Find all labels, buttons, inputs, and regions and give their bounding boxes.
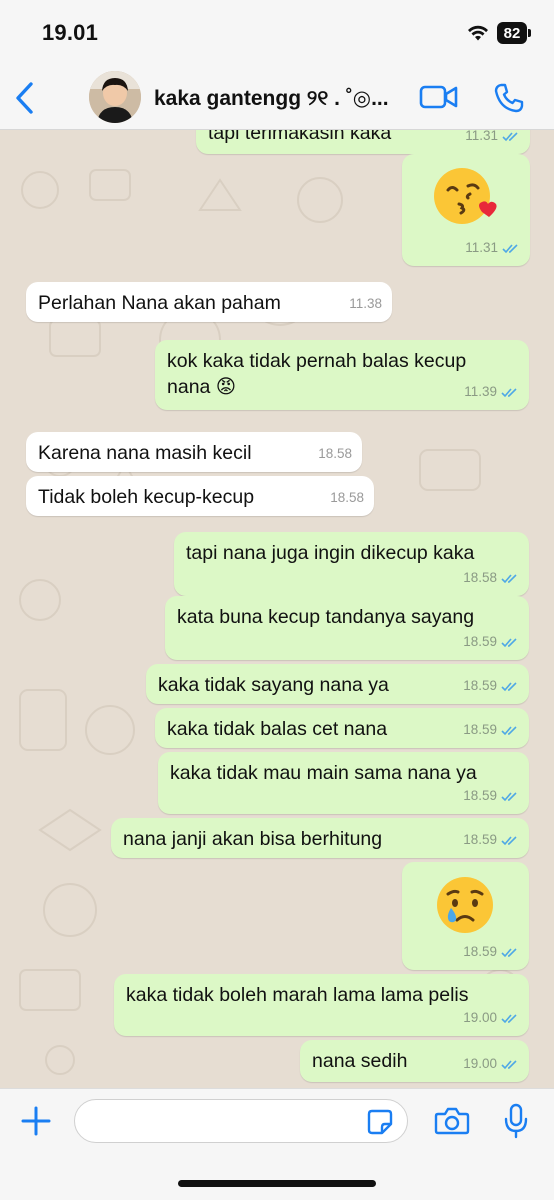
message-time: 11.31 [465, 240, 498, 255]
status-bar: 19.01 82 [0, 0, 554, 64]
read-receipt-icon [501, 637, 517, 647]
message-incoming[interactable]: Perlahan Nana akan paham 11.38 [26, 282, 392, 322]
camera-icon[interactable] [434, 1106, 470, 1136]
message-outgoing[interactable]: kata buna kecup tandanya sayang 18.59 [165, 596, 529, 660]
message-meta: 18.58 [330, 485, 364, 511]
message-meta: 18.59 [463, 783, 519, 809]
message-meta: 18.59 [463, 939, 519, 965]
read-receipt-icon [501, 725, 517, 735]
message-meta: 11.38 [349, 291, 382, 317]
crying-face-icon [437, 877, 493, 933]
message-time: 18.58 [330, 490, 364, 505]
battery-level: 82 [497, 22, 527, 44]
message-text: nana janji akan bisa berhitung [123, 828, 383, 850]
message-meta: 11.31 [465, 130, 520, 149]
message-outgoing[interactable]: tapi terimakasih kaka 11.31 [196, 130, 530, 154]
sticker-icon[interactable] [366, 1108, 394, 1136]
message-meta: 18.59 [463, 629, 519, 655]
message-outgoing[interactable]: nana sedih 19.00 [300, 1040, 529, 1082]
message-text: tapi nana juga ingin dikecup kaka [186, 542, 475, 564]
message-outgoing[interactable]: kaka tidak sayang nana ya 18.59 [146, 664, 529, 704]
video-call-icon[interactable] [419, 84, 459, 110]
message-text: kaka tidak balas cet nana [167, 718, 388, 740]
message-time: 11.38 [349, 296, 382, 311]
message-outgoing[interactable]: kaka tidak boleh marah lama lama pelis 1… [114, 974, 529, 1036]
message-time: 18.59 [463, 634, 497, 649]
read-receipt-icon [501, 947, 517, 957]
status-time: 19.01 [42, 20, 99, 45]
message-outgoing[interactable]: kok kaka tidak pernah balas kecup nana 😡… [155, 340, 529, 410]
message-meta: 18.59 [463, 827, 519, 853]
message-meta: 19.00 [463, 1005, 519, 1031]
contact-name[interactable]: kaka gantengg ୨୧ . ˚◎... [154, 86, 414, 111]
message-incoming[interactable]: Karena nana masih kecil 18.58 [26, 432, 362, 472]
read-receipt-icon [501, 1059, 517, 1069]
message-meta: 18.58 [318, 441, 352, 467]
message-time: 19.00 [463, 1056, 497, 1071]
message-outgoing[interactable]: nana janji akan bisa berhitung 18.59 [111, 818, 529, 858]
read-receipt-icon [501, 1013, 517, 1023]
message-time: 18.59 [463, 944, 497, 959]
message-text: kata buna kecup tandanya sayang [177, 606, 475, 628]
message-input[interactable] [74, 1099, 408, 1143]
message-text: Tidak boleh kecup-kecup [38, 486, 255, 508]
message-text: nana sedih [312, 1050, 408, 1072]
chat-area[interactable]: tapi terimakasih kaka 11.31 11.31 Perlah… [0, 130, 554, 1088]
message-time: 18.58 [463, 570, 497, 585]
wifi-icon [468, 25, 488, 41]
microphone-icon[interactable] [504, 1103, 528, 1139]
message-meta: 11.39 [464, 379, 519, 405]
message-text: kaka tidak sayang nana ya [158, 674, 389, 696]
message-time: 18.59 [463, 722, 497, 737]
read-receipt-icon [501, 681, 517, 691]
chevron-left-icon[interactable] [10, 78, 40, 118]
message-time: 18.59 [463, 788, 497, 803]
chat-header: kaka gantengg ୨୧ . ˚◎... [0, 64, 554, 130]
message-meta: 18.59 [463, 673, 519, 699]
battery-tip [528, 29, 531, 37]
message-outgoing[interactable]: 11.31 [402, 154, 530, 266]
home-indicator [178, 1180, 376, 1187]
message-meta: 18.58 [463, 565, 519, 591]
message-time: 18.59 [463, 678, 497, 693]
message-text: kaka tidak boleh marah lama lama pelis [126, 984, 469, 1006]
message-text: Karena nana masih kecil [38, 442, 252, 464]
message-text: Perlahan Nana akan paham [38, 292, 281, 314]
read-receipt-icon [502, 131, 518, 141]
message-outgoing[interactable]: kaka tidak mau main sama nana ya 18.59 [158, 752, 529, 814]
message-meta: 19.00 [463, 1051, 519, 1077]
read-receipt-icon [501, 387, 517, 397]
phone-icon[interactable] [493, 82, 525, 114]
message-outgoing[interactable]: tapi nana juga ingin dikecup kaka 18.58 [174, 532, 529, 596]
read-receipt-icon [502, 243, 518, 253]
read-receipt-icon [501, 573, 517, 583]
avatar[interactable] [89, 71, 141, 123]
message-time: 19.00 [463, 1010, 497, 1025]
read-receipt-icon [501, 835, 517, 845]
kissing-face-with-heart-icon [434, 168, 497, 224]
message-incoming[interactable]: Tidak boleh kecup-kecup 18.58 [26, 476, 374, 516]
message-time: 18.58 [318, 446, 352, 461]
message-meta: 18.59 [463, 717, 519, 743]
message-text: kaka tidak mau main sama nana ya [170, 762, 477, 784]
message-outgoing[interactable]: kaka tidak balas cet nana 18.59 [155, 708, 529, 748]
message-meta: 11.31 [465, 235, 520, 261]
message-time: 11.31 [465, 130, 498, 143]
message-outgoing[interactable]: 18.59 [402, 862, 529, 970]
message-text-line-1: kok kaka tidak pernah balas kecup [167, 350, 467, 372]
message-time: 11.39 [464, 384, 497, 399]
message-time: 18.59 [463, 832, 497, 847]
read-receipt-icon [501, 791, 517, 801]
message-text: tapi terimakasih kaka [208, 130, 392, 144]
plus-icon[interactable] [20, 1105, 52, 1137]
